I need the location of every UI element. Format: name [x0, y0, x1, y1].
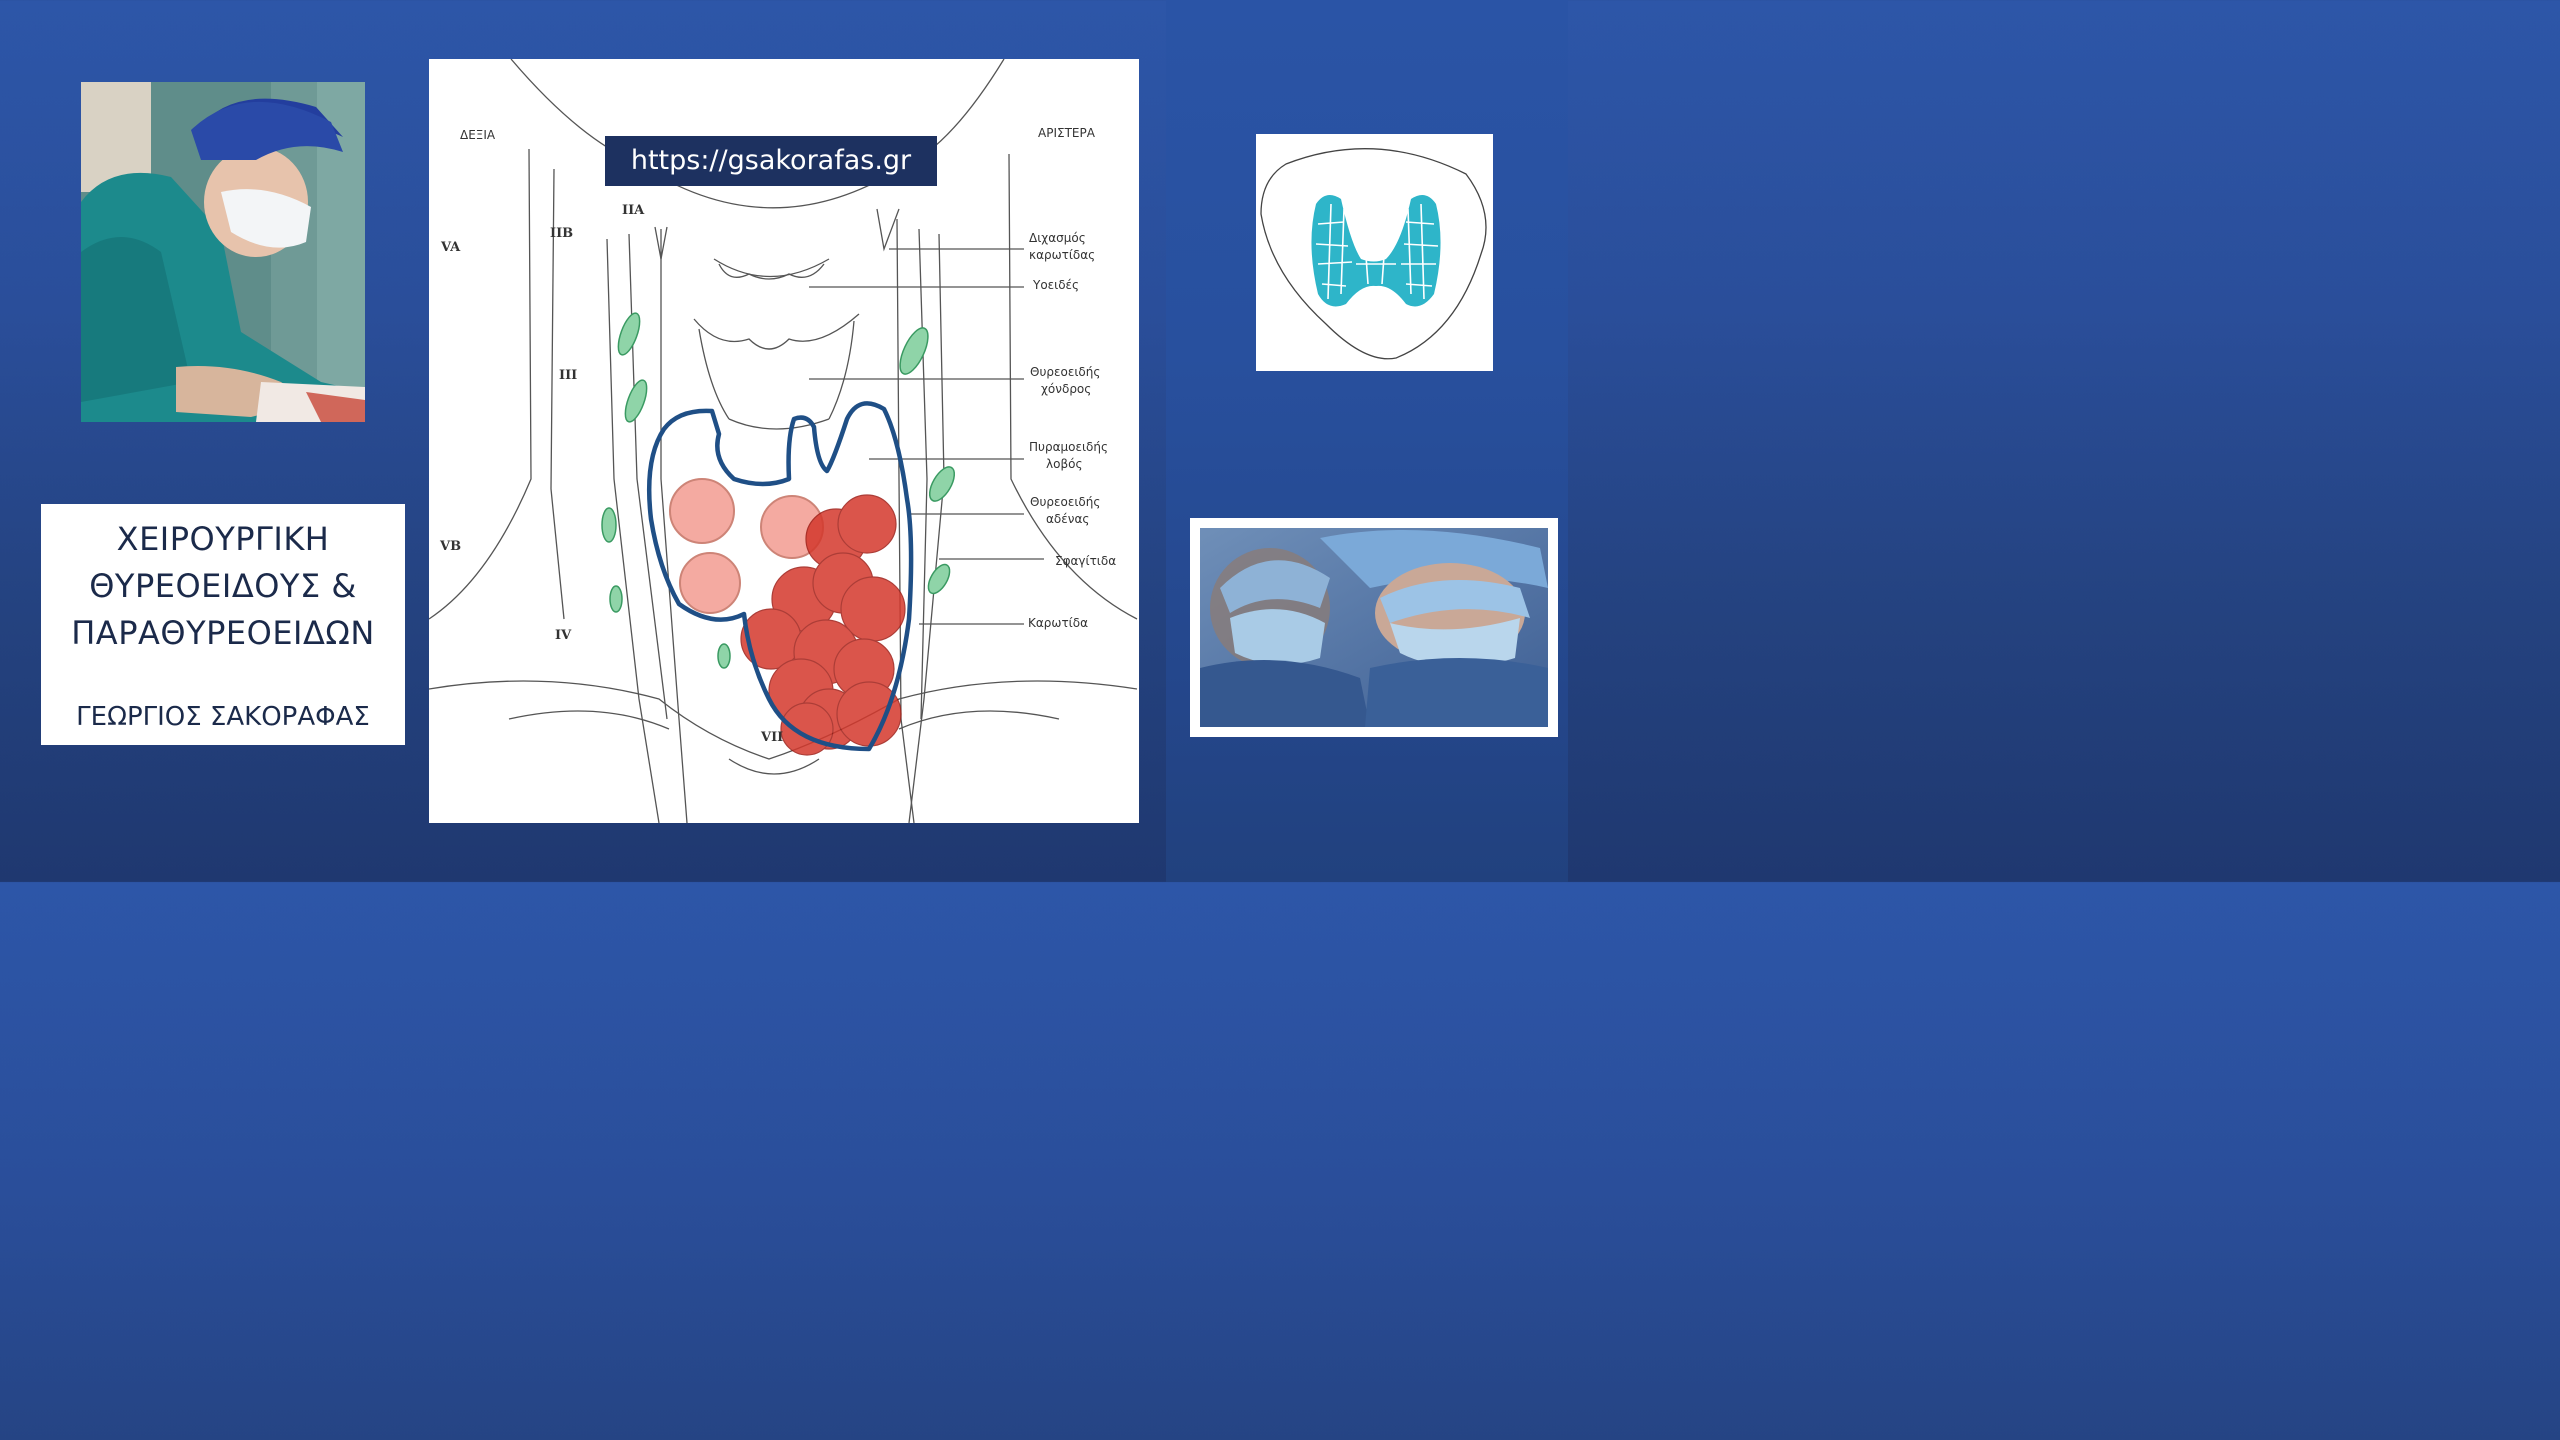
label-thyroid-cartilage-1: Θυρεοειδής	[1030, 365, 1100, 379]
course-title: ΧΕΙΡΟΥΡΓΙΚΗ ΘΥΡΕΟΕΙΔΟΥΣ & ΠΑΡΑΘΥΡΕΟΕΙΔΩΝ	[41, 516, 405, 657]
level-VA: VA	[440, 240, 461, 255]
label-pyramidal-lobe-1: Πυραμοειδής	[1029, 440, 1108, 454]
level-IIB: IIB	[550, 226, 573, 241]
team-photo-frame	[1190, 518, 1558, 737]
label-right-side: ΔΕΞΙΑ	[460, 128, 496, 142]
label-jugular: Σφαγίτιδα	[1055, 554, 1116, 568]
label-left-side: ΑΡΙΣΤΕΡΑ	[1038, 126, 1096, 140]
title-line-1: ΧΕΙΡΟΥΡΓΙΚΗ	[116, 520, 330, 558]
title-line-3: ΠΑΡΑΘΥΡΕΟΕΙΔΩΝ	[71, 614, 375, 652]
label-thyroid-gland-1: Θυρεοειδής	[1030, 495, 1100, 509]
author-name: ΓΕΩΡΓΙΟΣ ΣΑΚΟΡΑΦΑΣ	[76, 702, 370, 732]
title-line-2: ΘΥΡΕΟΕΙΔΟΥΣ &	[89, 567, 357, 605]
right-panel-background	[1166, 0, 1568, 882]
level-VB: VB	[439, 539, 461, 554]
label-carotid: Καρωτίδα	[1028, 616, 1088, 630]
label-thyroid-cartilage-2: χόνδρος	[1041, 382, 1091, 396]
level-III: III	[559, 368, 577, 383]
label-pyramidal-lobe-2: λοβός	[1046, 457, 1083, 471]
website-url-banner[interactable]: https://gsakorafas.gr	[605, 136, 937, 186]
level-VII: VII	[760, 730, 783, 745]
thyroid-gland-icon	[1260, 148, 1487, 360]
label-thyroid-gland-2: αδένας	[1046, 512, 1089, 526]
label-carotid-bifurcation-1: Διχασμός	[1029, 231, 1086, 245]
title-card: ΧΕΙΡΟΥΡΓΙΚΗ ΘΥΡΕΟΕΙΔΟΥΣ & ΠΑΡΑΘΥΡΕΟΕΙΔΩΝ…	[41, 504, 405, 745]
surgical-team-photo	[1200, 528, 1548, 727]
label-carotid-bifurcation-2: καρωτίδας	[1029, 248, 1095, 262]
label-hyoid: Υοειδές	[1032, 278, 1079, 292]
level-IIA: IIA	[622, 203, 645, 218]
thyroid-icon-card	[1256, 134, 1493, 371]
level-IV: IV	[555, 628, 572, 643]
surgeon-photo	[81, 82, 365, 422]
